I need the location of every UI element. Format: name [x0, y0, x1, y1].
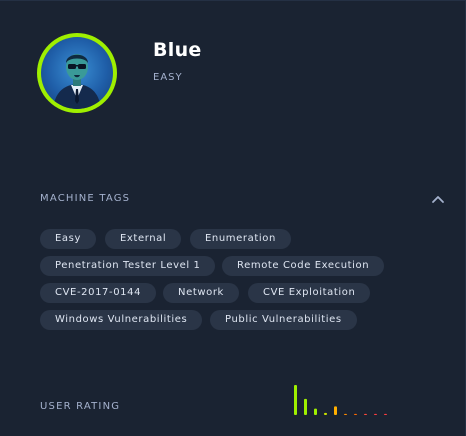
- tag-external[interactable]: External: [105, 229, 182, 249]
- rating-bar-9: [374, 413, 377, 415]
- rating-bar-7: [354, 413, 357, 415]
- user-rating-chart: [294, 385, 387, 415]
- rating-bar-4: [324, 412, 327, 415]
- tag-windows-vulnerabilities[interactable]: Windows Vulnerabilities: [40, 310, 203, 330]
- rating-bar-1: [294, 385, 297, 415]
- tag-remote-code-execution[interactable]: Remote Code Execution: [222, 256, 385, 276]
- rating-bar-8: [364, 413, 367, 415]
- chevron-up-icon[interactable]: [430, 191, 446, 205]
- tag-public-vulnerabilities[interactable]: Public Vulnerabilities: [210, 310, 357, 330]
- tag-easy[interactable]: Easy: [40, 229, 96, 249]
- tag-cve-2017-0144[interactable]: CVE-2017-0144: [40, 283, 157, 303]
- machine-avatar: [37, 33, 117, 113]
- difficulty-label: EASY: [153, 72, 183, 83]
- rating-bar-6: [344, 413, 347, 415]
- tag-network[interactable]: Network: [163, 283, 239, 303]
- machine-tags-heading: MACHINE TAGS: [40, 193, 131, 204]
- top-divider: [0, 0, 466, 1]
- user-rating-heading: USER RATING: [40, 401, 121, 412]
- machine-title: Blue: [153, 39, 202, 61]
- rating-bar-10: [384, 413, 387, 415]
- rating-bar-5: [334, 406, 337, 415]
- agent-avatar-icon: [41, 37, 113, 109]
- tag-enumeration[interactable]: Enumeration: [190, 229, 291, 249]
- tag-cve-exploitation[interactable]: CVE Exploitation: [248, 283, 371, 303]
- rating-bar-2: [304, 398, 307, 415]
- rating-bar-3: [314, 408, 317, 415]
- tag-penetration-tester-level-1[interactable]: Penetration Tester Level 1: [40, 256, 216, 276]
